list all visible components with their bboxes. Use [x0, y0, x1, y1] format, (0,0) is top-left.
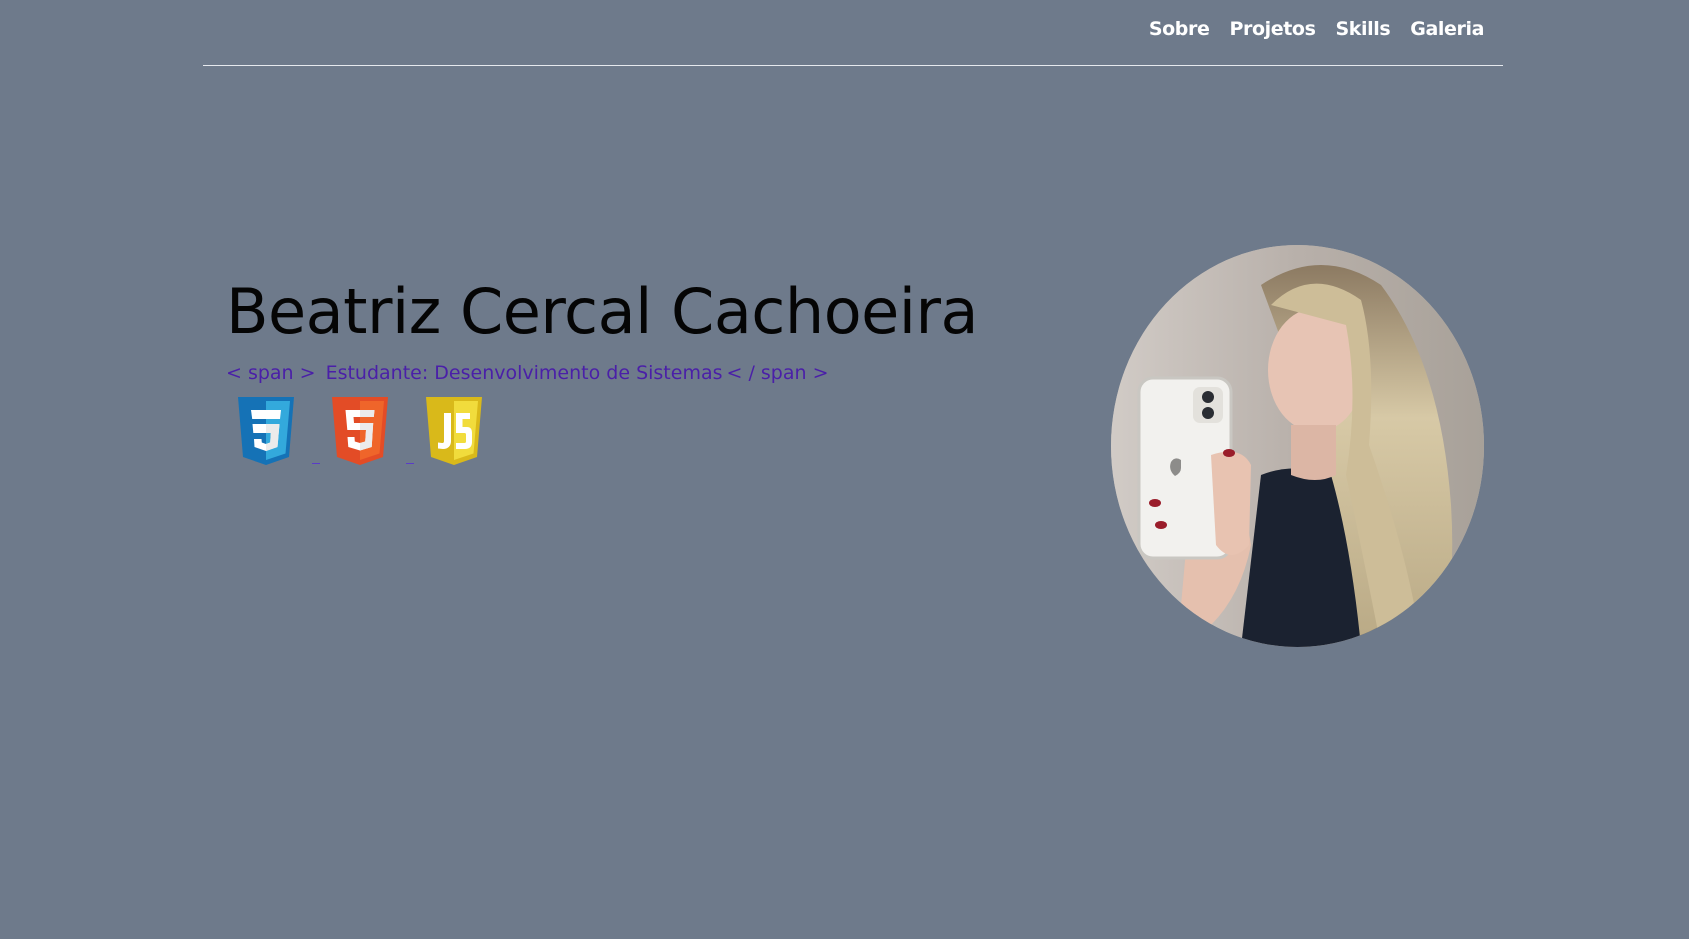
- subtitle: < span > Estudante: Desenvolvimento de Si…: [226, 359, 829, 387]
- javascript-link[interactable]: [422, 395, 486, 467]
- html5-link[interactable]: [328, 395, 422, 467]
- nav-link-galeria[interactable]: Galeria: [1410, 14, 1484, 44]
- html5-icon: [332, 397, 388, 465]
- subtitle-close-tag: < / span >: [726, 362, 829, 384]
- nav-link-projetos[interactable]: Projetos: [1229, 14, 1315, 44]
- page: Sobre Projetos Skills Galeria Beatriz Ce…: [0, 0, 1689, 939]
- link-underline: [312, 463, 320, 464]
- link-underline: [406, 463, 414, 464]
- main-nav: Sobre Projetos Skills Galeria: [1149, 14, 1485, 44]
- profile-photo: [1111, 245, 1484, 647]
- skills-icons: [234, 395, 486, 467]
- nav-link-sobre[interactable]: Sobre: [1149, 14, 1210, 44]
- subtitle-text: Estudante: Desenvolvimento de Sistemas: [325, 362, 723, 384]
- css3-link[interactable]: [234, 395, 328, 467]
- javascript-icon: [426, 397, 482, 465]
- page-title: Beatriz Cercal Cachoeira: [226, 275, 978, 348]
- header-divider: [203, 65, 1503, 66]
- subtitle-open-tag: < span >: [226, 362, 316, 384]
- css3-icon: [238, 397, 294, 465]
- nav-link-skills[interactable]: Skills: [1335, 14, 1390, 44]
- profile-photo-illustration: [1111, 245, 1484, 647]
